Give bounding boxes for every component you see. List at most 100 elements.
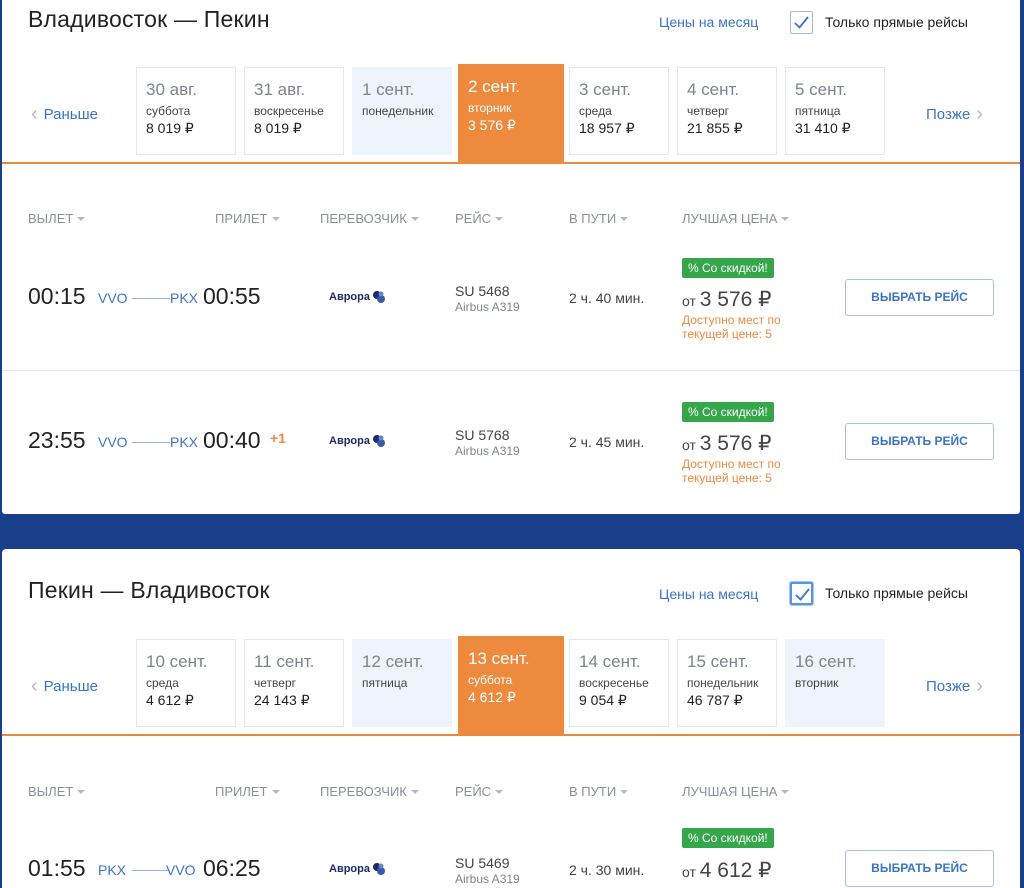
route-line xyxy=(132,442,170,443)
direct-flights-checkbox[interactable] xyxy=(790,582,813,605)
sort-caret-icon xyxy=(271,217,280,221)
weekday-label: вторник xyxy=(468,101,512,115)
carrier-logo: Аврора xyxy=(329,434,386,448)
column-label: ЛУЧШАЯ ЦЕНА xyxy=(682,211,778,226)
date-price: 8 019 ₽ xyxy=(146,120,194,136)
arrival-time: 06:25 xyxy=(203,855,261,881)
date-cell-selected[interactable]: 13 сент. суббота 4 612 ₽ xyxy=(458,636,564,735)
column-duration[interactable]: В ПУТИ xyxy=(569,211,629,226)
route-title: Владивосток — Пекин xyxy=(28,6,270,32)
column-carrier[interactable]: ПЕРЕВОЗЧИК xyxy=(320,784,419,799)
weekday-label: среда xyxy=(146,676,179,690)
date-price: 46 787 ₽ xyxy=(687,692,743,708)
flight-duration: 2 ч. 45 мин. xyxy=(569,434,645,450)
earlier-label: Раньше xyxy=(43,106,98,123)
chevron-right-icon: › xyxy=(976,675,983,697)
date-label: 14 сент. xyxy=(579,652,641,671)
sort-caret-icon xyxy=(620,790,629,794)
arrival-airport-code: VVO xyxy=(166,862,196,878)
column-carrier[interactable]: ПЕРЕВОЗЧИК xyxy=(320,211,419,226)
date-cell-selected[interactable]: 2 сент. вторник 3 576 ₽ xyxy=(458,64,564,163)
earlier-dates-button[interactable]: ‹ Раньше xyxy=(31,103,98,125)
column-flight[interactable]: РЕЙС xyxy=(455,211,504,226)
weekday-label: суббота xyxy=(468,673,513,687)
sort-caret-icon xyxy=(495,790,504,794)
column-departure[interactable]: ВЫЛЕТ xyxy=(28,211,86,226)
later-dates-button[interactable]: Позже › xyxy=(926,104,983,124)
weekday-label: воскресенье xyxy=(254,104,324,118)
column-departure[interactable]: ВЫЛЕТ xyxy=(28,784,86,799)
sort-caret-icon xyxy=(781,217,790,221)
column-arrival[interactable]: ПРИЛЕТ xyxy=(215,211,280,226)
weekday-label: понедельник xyxy=(687,676,759,690)
date-cell[interactable]: 12 сент. пятница xyxy=(352,639,452,727)
date-cell[interactable]: 1 сент. понедельник xyxy=(352,67,452,155)
date-strip: ‹ Раньше 30 авг. суббота 8 019 ₽ 31 авг.… xyxy=(2,64,1020,164)
direct-flights-label: Только прямые рейсы xyxy=(825,14,968,30)
flight-number: SU 5468 xyxy=(455,283,510,299)
best-price: от 3 576 ₽ xyxy=(682,431,772,456)
column-best-price[interactable]: ЛУЧШАЯ ЦЕНА xyxy=(682,784,790,799)
return-panel: Пекин — Владивосток Цены на месяц Только… xyxy=(2,549,1020,888)
select-flight-button[interactable]: ВЫБРАТЬ РЕЙС xyxy=(845,423,994,460)
weekday-label: воскресенье xyxy=(579,676,649,690)
column-arrival[interactable]: ПРИЛЕТ xyxy=(215,784,280,799)
column-label: РЕЙС xyxy=(455,784,492,799)
column-flight[interactable]: РЕЙС xyxy=(455,784,504,799)
date-cell[interactable]: 5 сент. пятница 31 410 ₽ xyxy=(785,67,885,155)
chevron-left-icon: ‹ xyxy=(31,103,38,125)
sort-caret-icon xyxy=(410,790,419,794)
date-cell[interactable]: 11 сент. четверг 24 143 ₽ xyxy=(244,639,344,727)
carrier-name: Аврора xyxy=(329,291,370,303)
date-cell[interactable]: 14 сент. воскресенье 9 054 ₽ xyxy=(569,639,669,727)
departure-airport-code: VVO xyxy=(98,290,128,306)
seats-note: Доступно мест по текущей цене: 5 xyxy=(682,457,802,485)
sort-caret-icon xyxy=(620,217,629,221)
departure-airport-code: VVO xyxy=(98,434,128,450)
date-price: 21 855 ₽ xyxy=(687,120,743,136)
date-cell[interactable]: 4 сент. четверг 21 855 ₽ xyxy=(677,67,777,155)
date-cell[interactable]: 31 авг. воскресенье 8 019 ₽ xyxy=(244,67,344,155)
date-cell[interactable]: 3 сент. среда 18 957 ₽ xyxy=(569,67,669,155)
date-cell[interactable]: 10 сент. среда 4 612 ₽ xyxy=(136,639,236,727)
departure-time: 00:15 xyxy=(28,283,86,309)
sort-caret-icon xyxy=(271,790,280,794)
discount-badge: % Со скидкой! xyxy=(682,828,774,848)
column-best-price[interactable]: ЛУЧШАЯ ЦЕНА xyxy=(682,211,790,226)
column-label: В ПУТИ xyxy=(569,784,617,799)
aurora-logo-icon xyxy=(372,435,385,447)
aircraft-type: Airbus A319 xyxy=(455,300,520,314)
date-label: 10 сент. xyxy=(146,652,208,671)
aircraft-type: Airbus A319 xyxy=(455,872,520,886)
month-prices-link[interactable]: Цены на месяц xyxy=(659,14,758,30)
later-dates-button[interactable]: Позже › xyxy=(926,675,983,697)
select-flight-button[interactable]: ВЫБРАТЬ РЕЙС xyxy=(845,850,994,887)
price-prefix: от xyxy=(682,437,696,453)
date-label: 16 сент. xyxy=(795,652,857,671)
earlier-dates-button[interactable]: ‹ Раньше xyxy=(31,676,98,696)
weekday-label: четверг xyxy=(687,104,729,118)
date-cell[interactable]: 16 сент. вторник xyxy=(785,639,885,727)
date-cell[interactable]: 15 сент. понедельник 46 787 ₽ xyxy=(677,639,777,727)
price-prefix: от xyxy=(682,864,696,880)
column-duration[interactable]: В ПУТИ xyxy=(569,784,629,799)
month-prices-link[interactable]: Цены на месяц xyxy=(659,586,758,602)
seats-line: Доступно мест по xyxy=(682,457,781,471)
weekday-label: вторник xyxy=(795,676,839,690)
weekday-label: пятница xyxy=(795,104,841,118)
column-label: ВЫЛЕТ xyxy=(28,784,74,799)
column-label: ВЫЛЕТ xyxy=(28,211,74,226)
sort-caret-icon xyxy=(77,217,86,221)
checkmark-icon xyxy=(794,16,809,29)
arrival-airport-code: PKX xyxy=(170,434,199,450)
best-price: от 4 612 ₽ xyxy=(682,858,772,883)
date-label: 11 сент. xyxy=(254,652,315,671)
flight-row: 00:15 VVO PKX 00:55 Аврора SU 5468 Airbu… xyxy=(2,227,1020,370)
flight-row: 01:55 PKX VVO 06:25 Аврора SU 5469 Airbu… xyxy=(2,800,1020,888)
price-value: 3 576 ₽ xyxy=(699,288,772,311)
arrival-airport-code: PKX xyxy=(170,290,199,306)
weekday-label: среда xyxy=(579,104,612,118)
select-flight-button[interactable]: ВЫБРАТЬ РЕЙС xyxy=(845,279,994,316)
date-cell[interactable]: 30 авг. суббота 8 019 ₽ xyxy=(136,67,236,155)
direct-flights-checkbox[interactable] xyxy=(790,11,813,34)
